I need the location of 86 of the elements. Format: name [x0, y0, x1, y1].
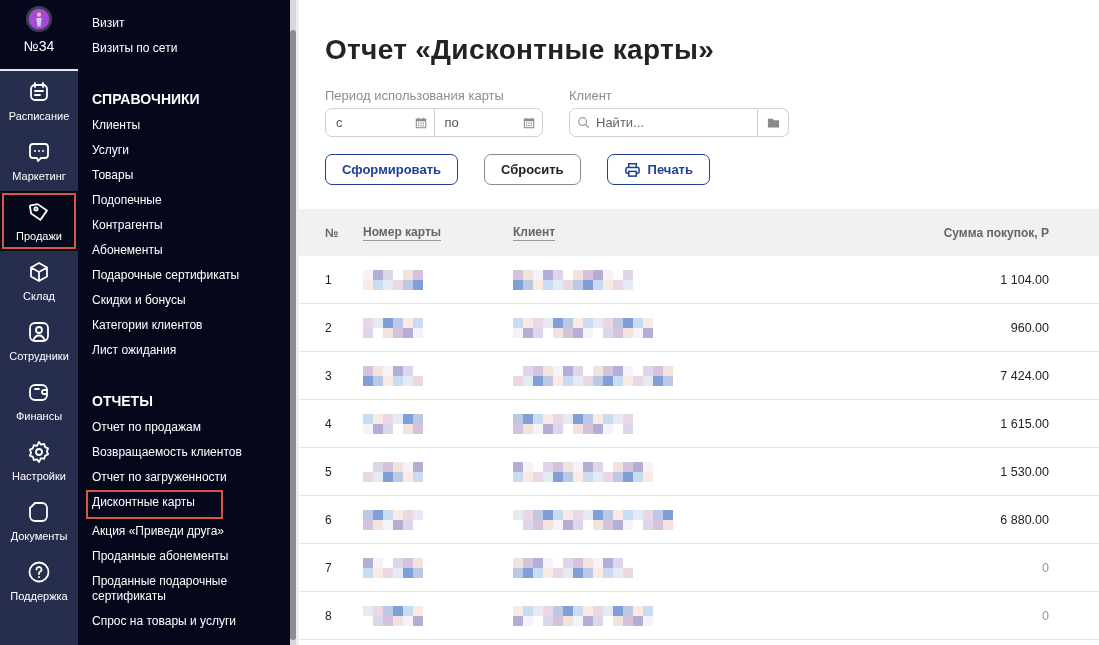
- table-cell-text: 5: [324, 464, 333, 479]
- cube-icon: [27, 260, 51, 284]
- nav-item[interactable]: Сотрудники: [0, 311, 78, 371]
- person-icon: [27, 320, 51, 344]
- avatar-icon: [26, 6, 52, 32]
- table-cell-text: 1 615.00: [999, 416, 1049, 431]
- menu-item[interactable]: Лист ожидания: [92, 338, 185, 363]
- menu-item[interactable]: Услуги: [92, 138, 137, 163]
- menu-item[interactable]: Возвращаемость клиентов: [92, 440, 250, 465]
- print-button[interactable]: Печать: [606, 154, 710, 185]
- pixelated-text: [363, 509, 423, 530]
- calendar-icon: [27, 80, 51, 104]
- section-heading: ОТЧЕТЫ: [92, 392, 154, 411]
- scrollbar-thumb[interactable]: [290, 30, 296, 640]
- column-header: №: [324, 225, 340, 240]
- reset-button[interactable]: Сбросить: [484, 154, 581, 185]
- chat-icon: [27, 140, 51, 164]
- help-icon: [27, 560, 51, 584]
- menu-item[interactable]: Визиты по сети: [92, 36, 186, 61]
- folder-button[interactable]: [758, 108, 789, 137]
- pixelated-text: [363, 461, 423, 482]
- menu-item[interactable]: Отчет по продажам: [92, 415, 209, 440]
- pixelated-text: [363, 413, 423, 434]
- page-title: Отчет «Дисконтные карты»: [325, 34, 715, 66]
- folder-icon: [27, 500, 51, 524]
- table-cell-text: 1: [324, 272, 333, 287]
- menu-item[interactable]: Дисконтные карты: [88, 492, 221, 517]
- search-icon: [577, 116, 590, 129]
- menu-item[interactable]: Абонементы: [92, 238, 171, 263]
- table-cell-text: 8: [324, 608, 333, 623]
- field-label: Период использования карты: [325, 88, 505, 103]
- menu-item[interactable]: Спрос на товары и услуги: [92, 609, 245, 634]
- table-cell-text: 1 530.00: [999, 464, 1049, 479]
- table-cell-text: 0: [1041, 608, 1049, 623]
- table-cell-text: 0: [1041, 560, 1049, 575]
- profile-number: №34: [23, 38, 55, 54]
- table-cell-text: 7: [324, 560, 333, 575]
- menu-item[interactable]: Отчет по загруженности: [92, 465, 235, 490]
- date-field[interactable]: по: [442, 114, 523, 131]
- column-header[interactable]: Номер карты: [363, 224, 513, 241]
- nav-item[interactable]: Финансы: [0, 371, 78, 431]
- nav-item[interactable]: Склад: [0, 251, 78, 311]
- table-cell-text: 2: [324, 320, 333, 335]
- calendar-icon: [414, 116, 427, 129]
- nav-item[interactable]: Продажи: [0, 191, 78, 251]
- pixelated-text: [363, 269, 423, 290]
- table-cell-text: 3: [324, 368, 333, 383]
- field-label: Клиент: [569, 88, 613, 103]
- generate-button[interactable]: Сформировать: [325, 154, 459, 185]
- menu-item[interactable]: Категории клиентов: [92, 313, 211, 338]
- menu-item[interactable]: Подарочные сертификаты: [92, 263, 248, 288]
- pixelated-text: [363, 317, 423, 338]
- menu-item[interactable]: Подопечные: [92, 188, 170, 213]
- nav-item[interactable]: Маркетинг: [0, 131, 78, 191]
- search-field[interactable]: Найти...: [569, 108, 758, 137]
- printer-icon: [623, 161, 641, 178]
- pixelated-text: [363, 365, 423, 386]
- column-header: Сумма покупок, Р: [942, 225, 1049, 240]
- menu-item[interactable]: Проданные абонементы: [92, 544, 237, 569]
- menu-item[interactable]: Визит: [92, 11, 133, 36]
- pixelated-text: [363, 605, 423, 626]
- section-heading: СПРАВОЧНИКИ: [92, 90, 201, 109]
- nav-item[interactable]: Настройки: [0, 431, 78, 491]
- nav-item[interactable]: Поддержка: [0, 551, 78, 611]
- settings-icon: [27, 440, 51, 464]
- search-input[interactable]: Найти...: [594, 114, 757, 131]
- menu-item[interactable]: Контрагенты: [92, 213, 171, 238]
- table-cell-text: 7 424.00: [999, 368, 1049, 383]
- menu-item[interactable]: Акция «Приведи друга»: [92, 519, 233, 544]
- menu-item[interactable]: Клиенты: [92, 113, 149, 138]
- calendar-icon: [523, 116, 535, 129]
- pixelated-text: [363, 557, 423, 578]
- table-cell-text: 6: [324, 512, 333, 527]
- date-field[interactable]: с: [334, 114, 415, 131]
- menu-item[interactable]: Проданные подарочные сертификаты: [92, 569, 272, 609]
- tag-icon: [27, 200, 51, 224]
- nav-item[interactable]: Документы: [0, 491, 78, 551]
- menu-item[interactable]: Товары: [92, 163, 142, 188]
- column-header[interactable]: Клиент: [513, 224, 893, 241]
- folder-icon: [766, 116, 780, 129]
- table-cell-text: 6 880.00: [999, 512, 1049, 527]
- table-cell-text: 4: [324, 416, 333, 431]
- nav-item[interactable]: Расписание: [0, 71, 78, 131]
- table-cell-text: 960.00: [1009, 320, 1049, 335]
- menu-item[interactable]: Скидки и бонусы: [92, 288, 194, 313]
- table-cell-text: 1 104.00: [999, 272, 1049, 287]
